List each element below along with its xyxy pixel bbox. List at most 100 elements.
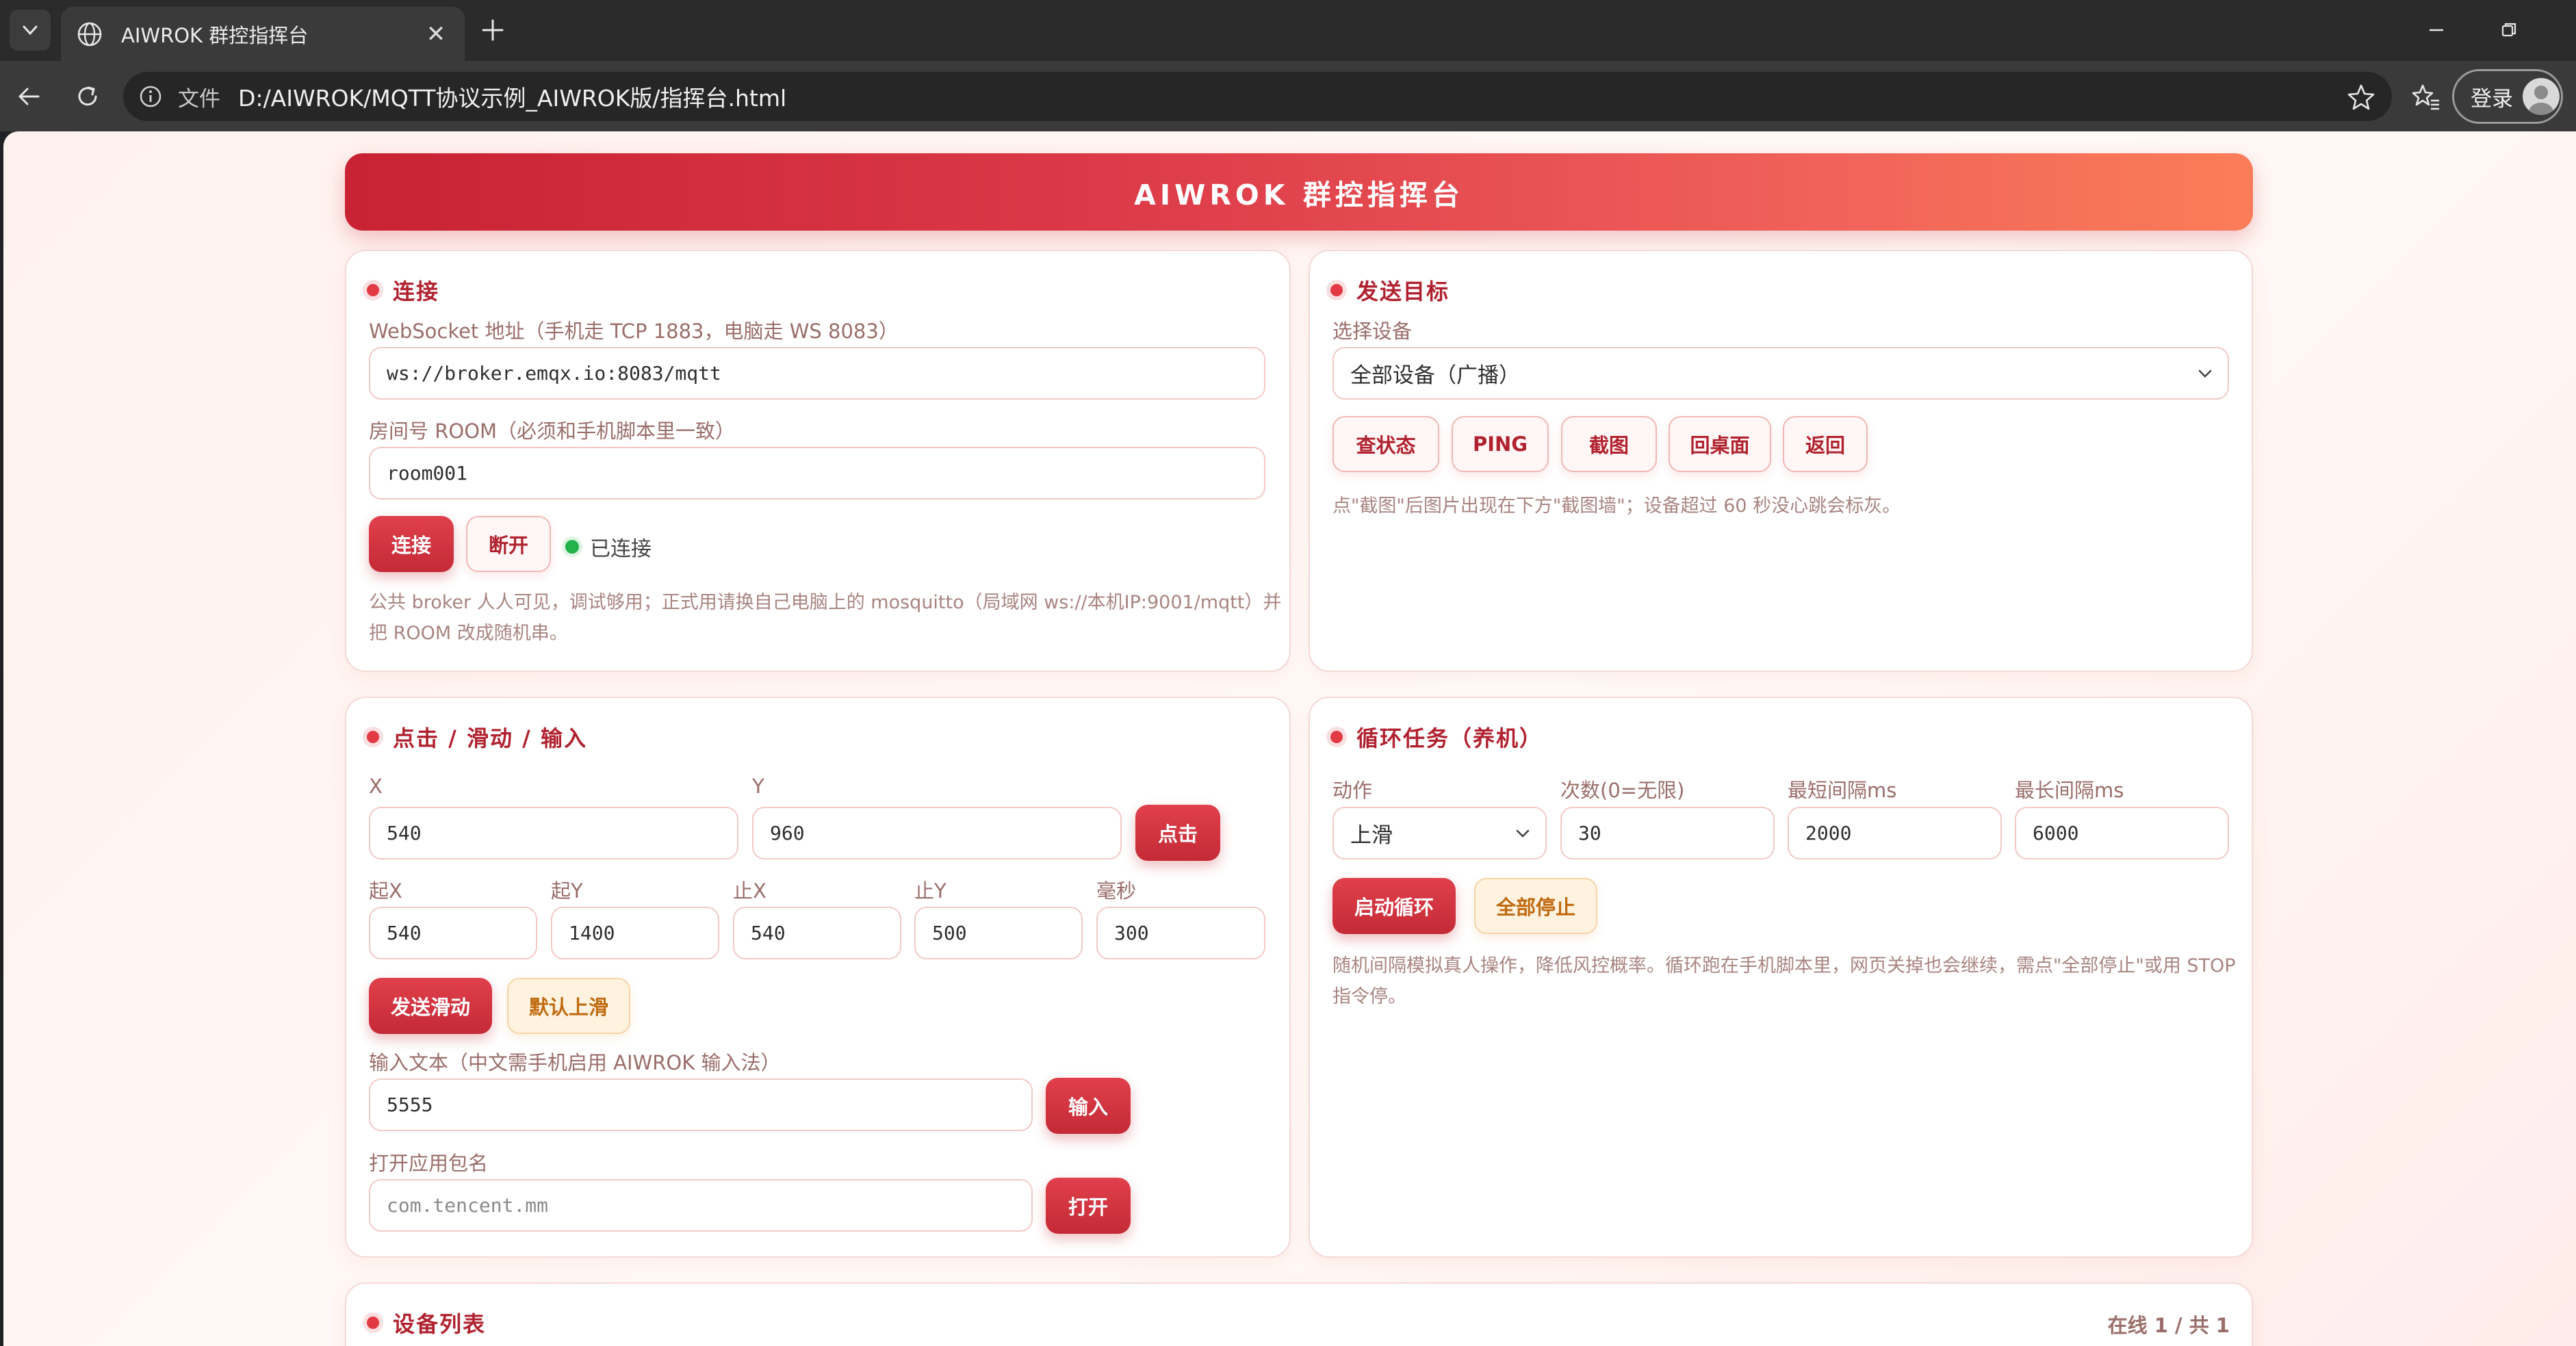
chevron-down-icon [2198, 370, 2212, 378]
input-card-title: 点击 / 滑动 / 输入 [367, 721, 587, 753]
url-text[interactable]: D:/AIWROK/MQTT协议示例_AIWROK版/指挥台.html [238, 80, 786, 113]
stop-all-button[interactable]: 全部停止 [1474, 878, 1597, 934]
device-select-label: 选择设备 [1332, 320, 1413, 343]
text-input[interactable]: 5555 [369, 1078, 1033, 1131]
ping-button[interactable]: PING [1452, 416, 1549, 472]
tab-search-button[interactable] [10, 10, 51, 51]
room-input[interactable]: room001 [369, 447, 1265, 500]
tap-button[interactable]: 点击 [1135, 805, 1220, 861]
status-text: 已连接 [590, 537, 652, 561]
query-status-button[interactable]: 查状态 [1332, 416, 1439, 472]
close-tab-icon[interactable]: ✕ [422, 21, 450, 48]
arrow-left-icon [18, 88, 40, 105]
active-tab[interactable]: AIWROK 群控指挥台 ✕ [61, 7, 465, 61]
room-label: 房间号 ROOM（必须和手机脚本里一致） [369, 419, 736, 443]
end-y-input[interactable]: 500 [914, 907, 1083, 959]
max-interval-input[interactable]: 6000 [2015, 807, 2229, 859]
title-dot-icon [1330, 284, 1343, 296]
start-y-input[interactable]: 1400 [551, 907, 719, 959]
device-list-title: 设备列表 [367, 1307, 486, 1338]
start-loop-button[interactable]: 启动循环 [1332, 878, 1456, 934]
connect-button[interactable]: 连接 [369, 516, 454, 572]
device-list-card: 设备列表 在线 1 / 共 1 [345, 1282, 2253, 1346]
connection-status: 已连接 [565, 532, 652, 562]
info-icon[interactable] [138, 84, 163, 109]
input-title-text: 点击 / 滑动 / 输入 [393, 725, 587, 751]
end-x-input[interactable]: 540 [733, 907, 901, 959]
open-app-button[interactable]: 打开 [1046, 1178, 1131, 1234]
reload-button[interactable] [66, 75, 110, 118]
favorites-button[interactable] [2404, 75, 2447, 118]
loop-hint-line-2: 指令停。 [1332, 986, 1406, 1007]
start-x-label: 起X [369, 879, 402, 903]
connect-title-text: 连接 [393, 279, 440, 305]
minimize-button[interactable] [2409, 10, 2464, 51]
restore-button[interactable] [2482, 10, 2536, 51]
loop-card-title: 循环任务（养机） [1330, 721, 1543, 753]
ws-url-label: WebSocket 地址（手机走 TCP 1883，电脑走 WS 8083） [369, 320, 899, 343]
x-label: X [369, 775, 383, 798]
star-icon[interactable] [2347, 83, 2375, 112]
start-x-input[interactable]: 540 [369, 907, 537, 959]
title-dot-icon [367, 731, 379, 743]
loop-hint-line-1: 随机间隔模拟真人操作，降低风控概率。循环跑在手机脚本里，网页关掉也会继续，需点"… [1332, 955, 2236, 976]
status-dot-icon [565, 540, 579, 554]
start-y-label: 起Y [551, 879, 583, 903]
target-card: 发送目标 选择设备 全部设备（广播） 查状态 PING 截图 回桌面 返回 点"… [1309, 250, 2253, 672]
text-input-label: 输入文本（中文需手机启用 AIWROK 输入法） [369, 1051, 781, 1074]
title-dot-icon [367, 1317, 379, 1329]
back-action-button[interactable]: 返回 [1783, 416, 1868, 472]
target-card-title: 发送目标 [1330, 274, 1450, 306]
send-text-button[interactable]: 输入 [1046, 1078, 1131, 1134]
end-x-label: 止X [733, 879, 767, 903]
plus-icon [482, 19, 504, 41]
tap-swipe-input-card: 点击 / 滑动 / 输入 X Y 540 960 点击 起X 起Y 止X 止Y … [345, 697, 1291, 1258]
browser-toolbar: 文件 D:/AIWROK/MQTT协议示例_AIWROK版/指挥台.html 登… [0, 61, 2576, 131]
min-interval-input[interactable]: 2000 [1788, 807, 2002, 859]
tab-title: AIWROK 群控指挥台 [121, 23, 309, 47]
back-button[interactable] [7, 75, 51, 118]
login-label: 登录 [2471, 86, 2513, 112]
target-title-text: 发送目标 [1356, 279, 1450, 305]
online-count: 在线 1 / 共 1 [2107, 1314, 2230, 1337]
action-label: 动作 [1332, 779, 1373, 802]
page-title: AIWROK 群控指挥台 [1134, 178, 1464, 211]
count-input[interactable]: 30 [1560, 807, 1775, 859]
connect-card: 连接 WebSocket 地址（手机走 TCP 1883，电脑走 WS 8083… [345, 250, 1291, 672]
chevron-down-icon [1516, 829, 1530, 838]
loop-task-card: 循环任务（养机） 动作 次数(0=无限) 最短间隔ms 最长间隔ms 上滑 30… [1309, 697, 2253, 1258]
disconnect-button[interactable]: 断开 [466, 516, 551, 572]
device-select-value: 全部设备（广播） [1350, 363, 1520, 388]
address-bar[interactable]: 文件 D:/AIWROK/MQTT协议示例_AIWROK版/指挥台.html [123, 72, 2392, 121]
device-select[interactable]: 全部设备（广播） [1332, 347, 2229, 400]
action-select[interactable]: 上滑 [1332, 807, 1547, 859]
send-swipe-button[interactable]: 发送滑动 [369, 978, 492, 1034]
default-swipe-up-button[interactable]: 默认上滑 [507, 978, 630, 1034]
header-banner: AIWROK 群控指挥台 [345, 153, 2253, 231]
connect-hint-line-2: 把 ROOM 改成随机串。 [369, 623, 568, 644]
new-tab-button[interactable] [472, 10, 513, 51]
ws-url-input[interactable]: ws://broker.emqx.io:8083/mqtt [369, 347, 1265, 400]
minimize-icon [2430, 29, 2443, 31]
globe-icon [77, 22, 102, 46]
title-dot-icon [367, 284, 379, 296]
title-dot-icon [1330, 731, 1343, 743]
user-icon [2529, 86, 2553, 115]
reload-icon [78, 86, 97, 106]
package-input[interactable]: com.tencent.mm [369, 1179, 1033, 1232]
y-input[interactable]: 960 [752, 807, 1122, 859]
min-interval-label: 最短间隔ms [1788, 779, 1897, 802]
duration-ms-input[interactable]: 300 [1096, 907, 1265, 959]
login-button[interactable]: 登录 [2452, 69, 2563, 124]
duration-ms-label: 毫秒 [1096, 879, 1137, 903]
home-button[interactable]: 回桌面 [1669, 416, 1771, 472]
target-hint: 点"截图"后图片出现在下方"截图墙"；设备超过 60 秒没心跳会标灰。 [1332, 495, 1901, 517]
x-input[interactable]: 540 [369, 807, 738, 859]
favorites-icon [2412, 84, 2439, 110]
tab-strip: AIWROK 群控指挥台 ✕ [0, 0, 2576, 61]
y-label: Y [752, 775, 764, 798]
package-label: 打开应用包名 [369, 1152, 489, 1175]
scheme-label: 文件 [178, 86, 220, 112]
screenshot-button[interactable]: 截图 [1561, 416, 1657, 472]
page-viewport: AIWROK 群控指挥台 连接 WebSocket 地址（手机走 TCP 188… [3, 131, 2576, 1346]
